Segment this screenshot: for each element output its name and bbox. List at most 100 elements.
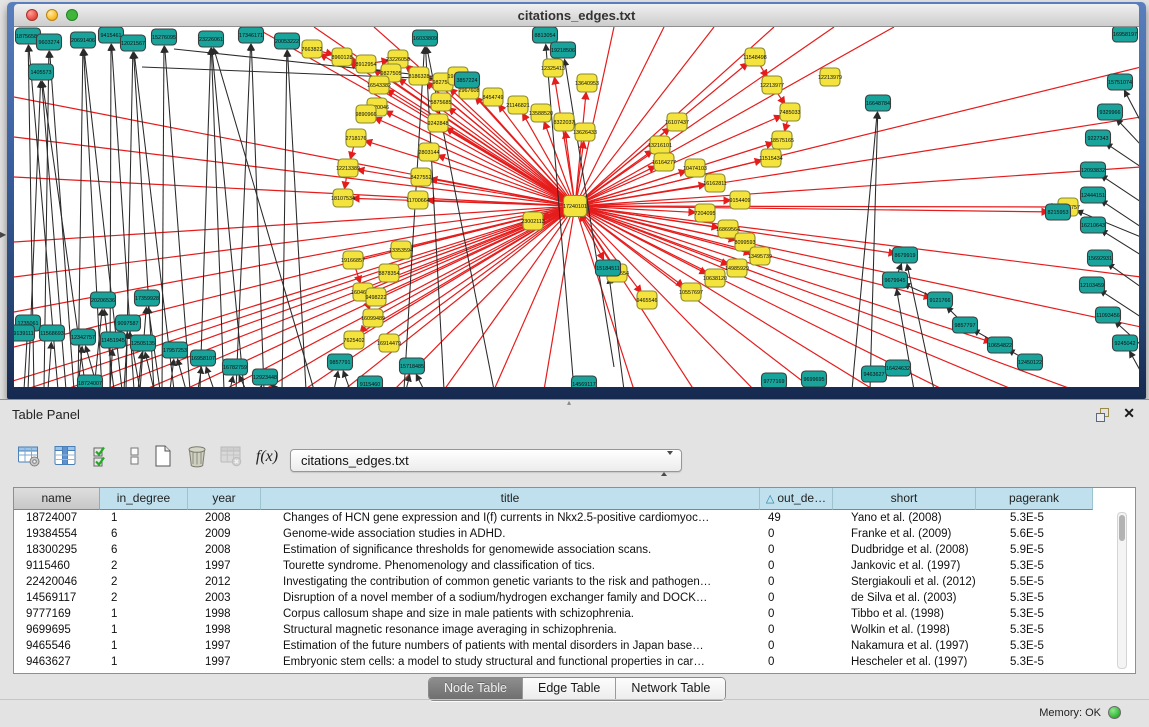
graph-node-label: 11568693: [40, 331, 64, 337]
table-cell: 0: [760, 526, 833, 542]
graph-node-label: 11548498: [743, 55, 767, 61]
graph-edge: [212, 49, 244, 387]
hidden-panel-arrow-icon[interactable]: ▶: [0, 231, 6, 239]
close-panel-icon[interactable]: ✕: [1123, 405, 1135, 422]
graph-node-label: 9463627: [864, 372, 885, 378]
graph-edge: [609, 278, 624, 387]
graph-node-label: 16099489: [361, 316, 385, 322]
table-scrollbar[interactable]: [1117, 512, 1127, 669]
table-row[interactable]: 977716911998Corpus callosum shape and si…: [14, 606, 1135, 622]
graph-node-label: 21146821: [506, 103, 530, 109]
graph-node-label: 8322037: [554, 120, 575, 126]
table-cell: 5.5E-5: [976, 574, 1093, 590]
table-cell: Genome-wide association studies in ADHD.: [261, 526, 760, 542]
table-cell: 5.3E-5: [976, 606, 1093, 622]
select-all-rows-button[interactable]: [90, 444, 116, 470]
table-row[interactable]: 2242004622012Investigating the contribut…: [14, 574, 1135, 590]
tab-edge-table[interactable]: Edge Table: [522, 678, 615, 700]
deselect-all-rows-button[interactable]: [122, 444, 148, 470]
graph-node-label: 17359928: [135, 296, 159, 302]
column-header-title[interactable]: title: [261, 488, 760, 510]
graph-node-label: 16164277: [652, 160, 676, 166]
graph-node-label: 9121766: [930, 298, 951, 304]
table-column-icon: [53, 444, 77, 468]
graph-node-label: 12450122: [1018, 360, 1042, 366]
graph-node-label: 18107534: [331, 196, 355, 202]
graph-node-label: 18724007: [78, 381, 102, 387]
table-row[interactable]: 1456911722003Disruption of a novel membe…: [14, 590, 1135, 606]
graph-edge: [907, 265, 934, 387]
graph-edge: [162, 47, 164, 387]
graph-node-label: 15184511: [596, 266, 620, 272]
table-cell: Estimation of the future numbers of pati…: [261, 638, 760, 654]
column-header-out_de[interactable]: △out_de…: [760, 488, 833, 510]
graph-node-label: 20691406: [71, 38, 95, 44]
graph-node-label: 7663822: [302, 47, 323, 53]
graph-node-label: 13353594: [389, 248, 413, 254]
graph-node-label: 9857791: [330, 360, 351, 366]
create-column-button[interactable]: [150, 444, 176, 470]
network-table-selector[interactable]: citations_edges.txt: [290, 449, 682, 472]
table-row[interactable]: 1938455462009Genome-wide association stu…: [14, 526, 1135, 542]
table-row[interactable]: 946362711997Embryonic stem cells: a mode…: [14, 654, 1135, 670]
memory-status-indicator[interactable]: [1108, 706, 1121, 719]
graph-node-label: 9777169: [764, 379, 785, 385]
graph-node-label: 11093456: [1096, 313, 1120, 319]
table-cell: 19384554: [14, 526, 100, 542]
table-cell: 5.9E-5: [976, 542, 1093, 558]
table-settings-button[interactable]: [16, 444, 42, 470]
table-cell: 49: [760, 510, 833, 526]
table-row[interactable]: 911546021997Tourette syndrome. Phenomeno…: [14, 558, 1135, 574]
graph-node-label: 14569117: [572, 382, 596, 387]
new-document-icon: [151, 444, 175, 468]
delete-table-button[interactable]: [218, 444, 244, 470]
graph-node-label: 8912954: [356, 62, 377, 68]
graph-node-label: 12505135: [131, 341, 155, 347]
table-cell: 5.3E-5: [976, 510, 1093, 526]
column-header-pagerank[interactable]: pagerank: [976, 488, 1093, 510]
table-cell: 5.6E-5: [976, 526, 1093, 542]
graph-node-label: 9154409: [730, 198, 751, 204]
column-header-in_degree[interactable]: in_degree: [100, 488, 188, 510]
column-header-short[interactable]: short: [833, 488, 976, 510]
network-graph[interactable]: 1724010123002113766382289601288912954232…: [14, 27, 1139, 387]
show-columns-button[interactable]: [52, 444, 78, 470]
table-cell: 0: [760, 606, 833, 622]
table-row[interactable]: 946554611997Estimation of the future num…: [14, 638, 1135, 654]
table-cell: 1: [100, 638, 188, 654]
table-row[interactable]: 969969511998Structural magnetic resonanc…: [14, 622, 1135, 638]
network-window-titlebar[interactable]: citations_edges.txt: [14, 4, 1139, 27]
delete-column-button[interactable]: [184, 444, 210, 470]
graph-node-label: 16958107: [191, 356, 215, 362]
function-builder-button[interactable]: f(x): [252, 444, 282, 470]
graph-node-label: 13495739: [748, 254, 772, 260]
table-row[interactable]: 1830029562008Estimation of significance …: [14, 542, 1135, 558]
graph-node-label: 7485033: [780, 110, 801, 116]
graph-node-label: 8186328: [409, 74, 430, 80]
table-scrollbar-thumb[interactable]: [1119, 515, 1125, 541]
graph-node-label: 11451945: [101, 338, 125, 344]
table-cell: 9699695: [14, 622, 100, 638]
tab-node-table[interactable]: Node Table: [429, 678, 522, 700]
divider-grip-icon[interactable]: ▴: [567, 398, 571, 407]
graph-edge: [178, 360, 186, 387]
graph-node-label: 15276095: [152, 35, 176, 41]
node-table: namein_degreeyeartitle△out_de…shortpager…: [13, 487, 1136, 674]
table-cell: 1997: [188, 558, 261, 574]
graph-node-label: 14985929: [725, 266, 749, 272]
combo-stepper-icon: [661, 455, 673, 473]
table-cell: Franke et al. (2009): [833, 526, 976, 542]
float-panel-icon[interactable]: [1095, 407, 1111, 423]
column-header-name[interactable]: name: [14, 488, 100, 510]
table-cell: 1997: [188, 638, 261, 654]
network-canvas[interactable]: 1724010123002113766382289601288912954232…: [14, 27, 1139, 387]
graph-node-label: 7625402: [344, 338, 365, 344]
graph-edge: [334, 372, 338, 387]
table-cell: Jankovic et al. (1997): [833, 558, 976, 574]
graph-edge: [48, 343, 51, 387]
tab-network-table[interactable]: Network Table: [615, 678, 725, 700]
column-header-year[interactable]: year: [188, 488, 261, 510]
table-row[interactable]: 1872400712008Changes of HCN gene express…: [14, 510, 1135, 526]
graph-node-label: 15692931: [1088, 256, 1112, 262]
graph-node-label: 9415461: [101, 33, 122, 39]
